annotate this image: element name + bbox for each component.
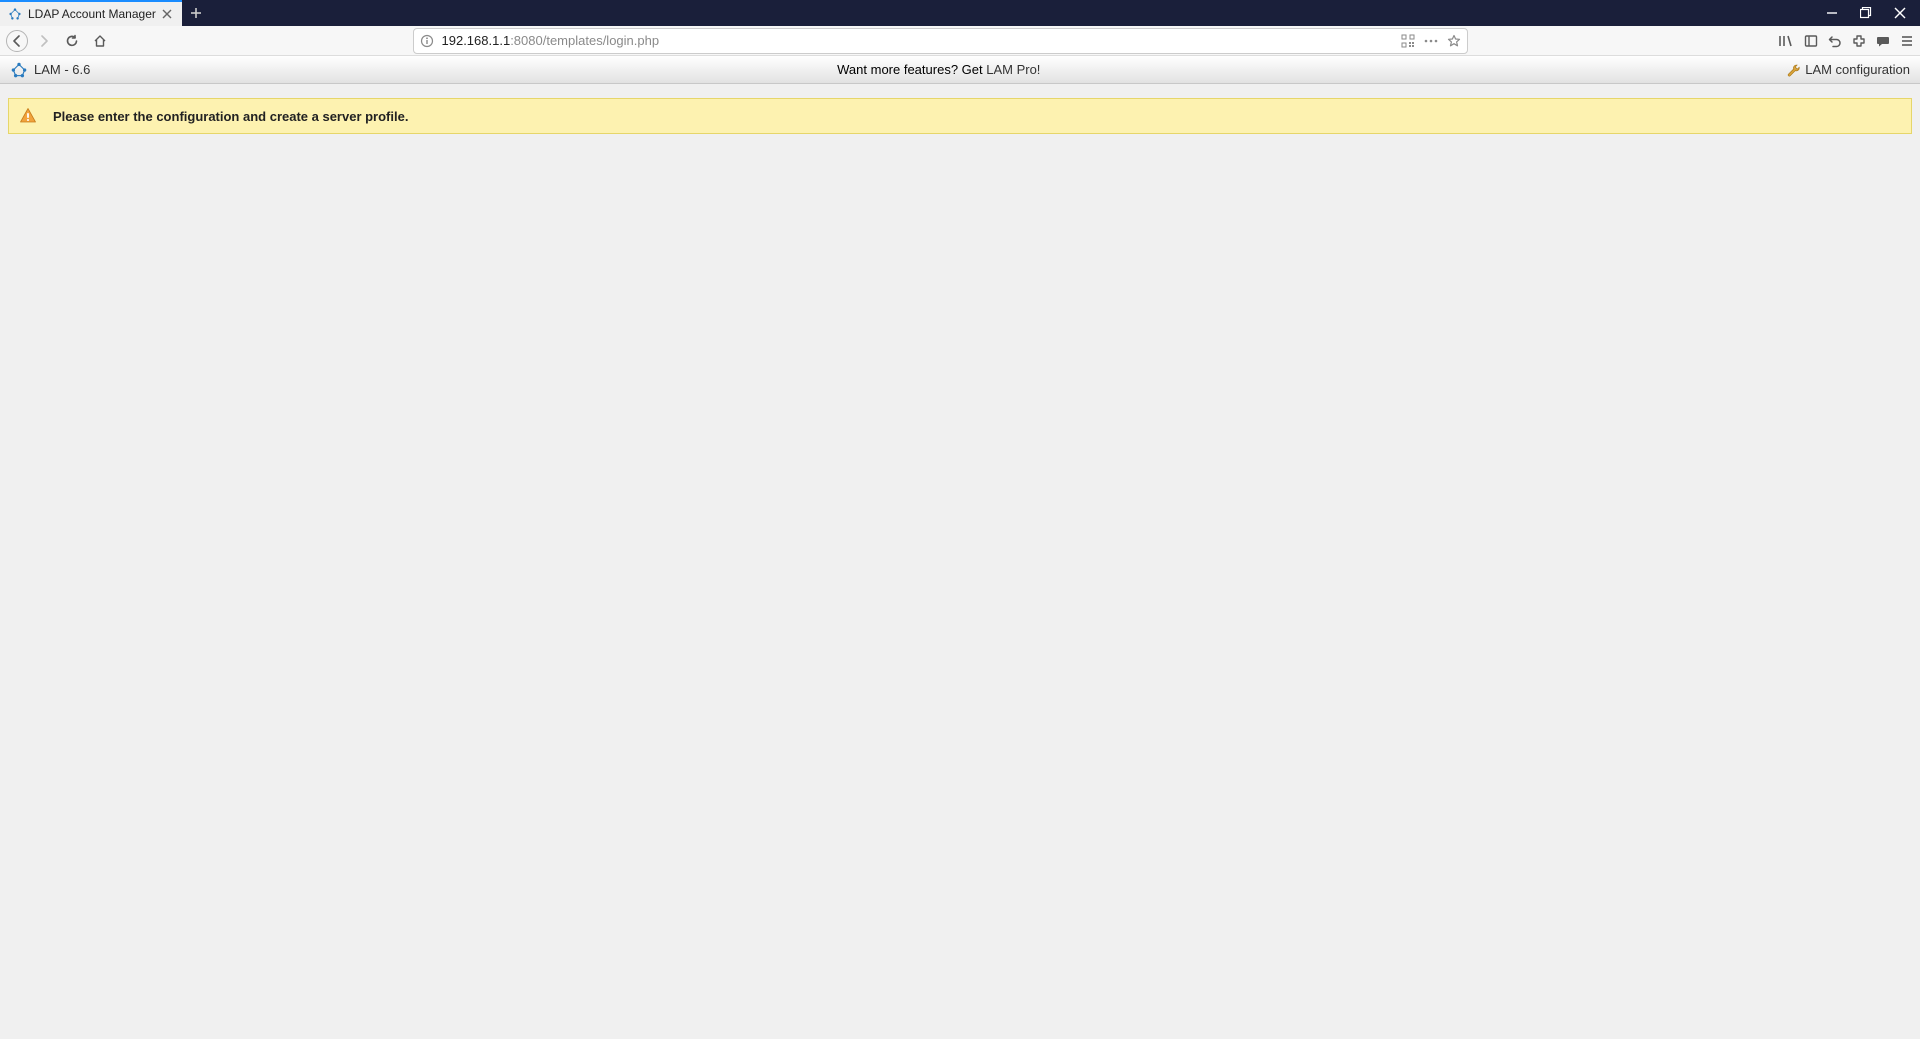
wrench-icon [1787,63,1801,77]
extension-icon[interactable] [1852,34,1866,48]
url-text: 192.168.1.1:8080/templates/login.php [442,33,660,48]
tab-favicon-icon [8,7,22,21]
page-content: LAM - 6.6 Want more features? Get LAM Pr… [0,56,1920,1039]
browser-tab[interactable]: LDAP Account Manager [0,0,182,26]
sidebar-icon[interactable] [1804,34,1818,48]
url-host: 192.168.1.1 [442,33,511,48]
app-brand[interactable]: LAM - 6.6 [10,61,90,79]
url-path: :8080/templates/login.php [510,33,659,48]
qr-icon[interactable] [1401,34,1415,48]
nav-home-button[interactable] [88,29,112,53]
promo-link[interactable]: LAM Pro! [986,62,1040,77]
toolbar-right [1768,34,1914,48]
site-info-icon[interactable] [420,34,434,48]
chat-icon[interactable] [1876,34,1890,48]
app-topbar: LAM - 6.6 Want more features? Get LAM Pr… [0,56,1920,84]
titlebar-spacer [210,0,1812,26]
nav-reload-button[interactable] [60,29,84,53]
undo-icon[interactable] [1828,34,1842,48]
warning-icon [19,107,37,125]
bookmark-star-icon[interactable] [1447,34,1461,48]
warning-message: Please enter the configuration and creat… [53,109,408,124]
config-link[interactable]: LAM configuration [1805,62,1910,77]
window-close-icon[interactable] [1894,7,1906,19]
window-controls [1812,0,1920,26]
tab-close-icon[interactable] [162,9,172,19]
config-link-area[interactable]: LAM configuration [1787,62,1910,77]
lam-logo-icon [10,61,28,79]
nav-back-button[interactable] [6,30,28,52]
nav-forward-button [32,29,56,53]
window-restore-icon[interactable] [1860,7,1872,19]
window-minimize-icon[interactable] [1826,7,1838,19]
library-icon[interactable] [1778,34,1794,48]
warning-alert: Please enter the configuration and creat… [8,98,1912,134]
hamburger-menu-icon[interactable] [1900,34,1914,48]
address-bar[interactable]: 192.168.1.1:8080/templates/login.php [413,28,1468,54]
tab-title: LDAP Account Manager [28,7,156,21]
browser-toolbar: 192.168.1.1:8080/templates/login.php [0,26,1920,56]
page-actions-icon[interactable] [1423,34,1439,48]
promo-area: Want more features? Get LAM Pro! [90,62,1787,77]
address-bar-wrap: 192.168.1.1:8080/templates/login.php [116,28,1764,54]
new-tab-button[interactable] [182,0,210,26]
browser-titlebar: LDAP Account Manager [0,0,1920,26]
promo-text: Want more features? Get [837,62,986,77]
app-product-label: LAM - 6.6 [34,62,90,77]
